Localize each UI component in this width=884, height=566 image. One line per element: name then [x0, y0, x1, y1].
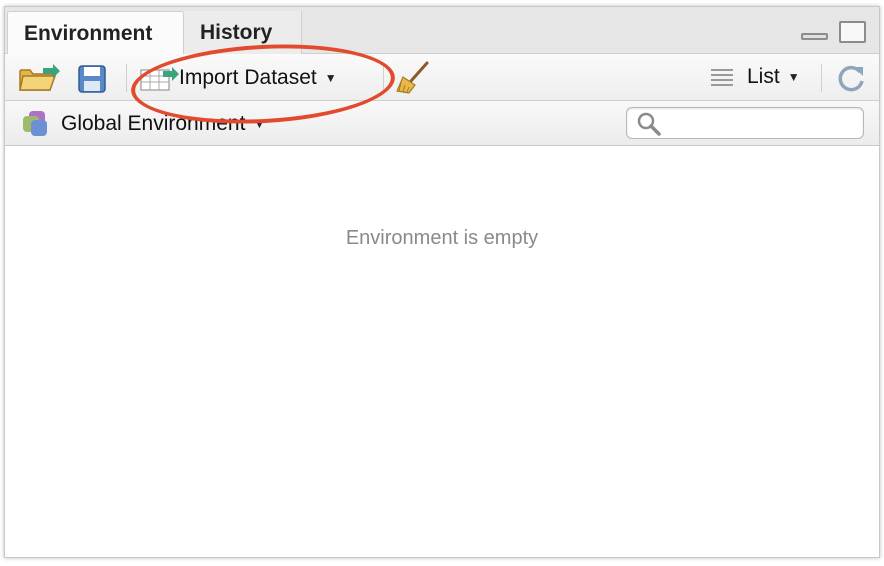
open-folder-icon — [19, 64, 60, 91]
import-table-icon — [140, 67, 179, 91]
search-input[interactable] — [667, 110, 857, 136]
save-workspace-button[interactable] — [77, 64, 107, 94]
empty-message: Environment is empty — [345, 227, 539, 249]
environment-scope-dropdown[interactable]: Global Environment ▼ — [19, 109, 265, 139]
tab-environment[interactable]: Environment — [7, 11, 184, 55]
import-dataset-button[interactable]: Import Dataset ▼ — [139, 64, 337, 92]
tab-history[interactable]: History — [184, 11, 302, 54]
maximize-icon[interactable] — [839, 21, 866, 43]
import-dataset-label: Import Dataset — [179, 66, 317, 89]
chevron-down-icon: ▼ — [324, 71, 337, 85]
tab-bar: Environment History — [5, 7, 879, 55]
toolbar: Import Dataset ▼ List ▼ — [5, 54, 879, 101]
tab-history-label: History — [200, 20, 273, 44]
search-icon — [637, 112, 661, 136]
refresh-icon — [838, 65, 864, 92]
save-icon — [78, 65, 106, 93]
chevron-down-icon: ▼ — [787, 70, 800, 84]
clear-workspace-button[interactable] — [395, 61, 431, 95]
toolbar-separator — [821, 64, 822, 92]
load-workspace-button[interactable] — [17, 62, 61, 94]
list-lines-icon — [711, 69, 733, 86]
toolbar-separator — [126, 64, 127, 92]
environments-icon — [23, 111, 47, 136]
view-mode-dropdown[interactable]: List ▼ — [709, 64, 800, 90]
chevron-down-icon: ▼ — [253, 117, 266, 131]
tab-environment-label: Environment — [24, 21, 153, 45]
environment-scope-label: Global Environment — [61, 112, 246, 135]
toolbar-separator — [383, 64, 384, 92]
minimize-icon[interactable] — [801, 33, 828, 40]
search-box[interactable] — [626, 107, 864, 139]
broom-icon — [396, 61, 429, 94]
refresh-button[interactable] — [835, 63, 867, 95]
environment-pane: Environment History Import Dataset ▼ Lis… — [4, 6, 880, 558]
environment-bar: Global Environment ▼ — [5, 101, 879, 146]
view-mode-label: List — [747, 65, 780, 88]
